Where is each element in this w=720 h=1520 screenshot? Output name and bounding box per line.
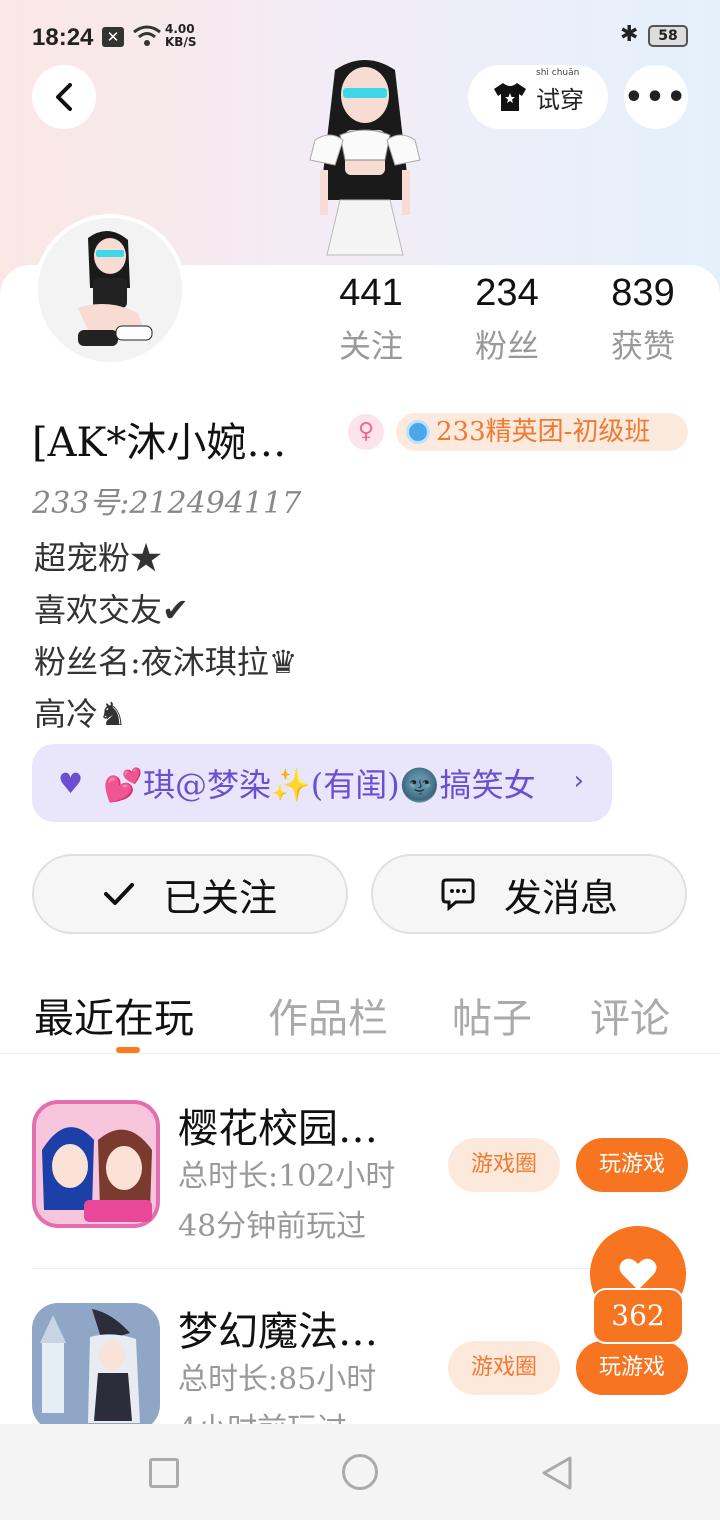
chevron-left-icon [56, 83, 72, 111]
avatar-3d-figure [309, 60, 421, 256]
like-count: 362 [592, 1288, 684, 1344]
try-on-text: 试穿 [536, 85, 584, 114]
following-label: 关注 [338, 327, 403, 365]
chat-bubble-icon [441, 878, 475, 911]
bluetooth-icon: ✱ [620, 22, 639, 47]
following-button-label: 已关注 [162, 875, 277, 920]
profile-name: [AK*沐小婉… [32, 420, 287, 466]
chevron-right-icon: › [573, 766, 584, 796]
game-meta: 总时长:102小时 48分钟前玩过 [178, 1152, 395, 1252]
bio-line: 高冷♞ [34, 695, 127, 733]
try-on-label: shì chuān 试穿 [536, 68, 584, 115]
send-message-label: 发消息 [503, 875, 618, 920]
fan-group-link[interactable]: ♥ 💕琪@梦染✨(有闺)🌚搞笑女 › [32, 744, 612, 822]
user-id: 233号:212494117 [32, 486, 302, 521]
more-button[interactable]: ••• [624, 65, 688, 129]
stat-likes[interactable]: 839 获赞 [588, 272, 698, 367]
following-count: 441 [339, 272, 403, 314]
stat-fans[interactable]: 234 粉丝 [452, 272, 562, 367]
battery-indicator: 58 [648, 25, 688, 47]
try-on-pinyin: shì chuān [536, 67, 580, 78]
game-playtime: 总时长:85小时 [178, 1362, 377, 1397]
bio-line: 粉丝名:夜沐琪拉♛ [34, 643, 298, 681]
group-badge[interactable]: 233精英团-初级班 [396, 413, 688, 451]
likes-count: 839 [611, 272, 675, 314]
following-button[interactable]: 已关注 [32, 854, 348, 934]
likes-label: 获赞 [610, 327, 675, 365]
more-dots-icon: ••• [624, 79, 688, 115]
network-speed: 4.00 KB/S [165, 23, 196, 49]
game-icon-sakura-school [32, 1100, 160, 1228]
home-button[interactable] [342, 1454, 378, 1490]
gender-female-icon: ♀ [348, 414, 384, 450]
game-playtime: 总时长:102小时 [178, 1159, 396, 1194]
heart-icon: ♥ [58, 766, 84, 800]
profile-tabs: 最近在玩 作品栏 帖子 评论 [0, 980, 720, 1054]
send-message-button[interactable]: 发消息 [371, 854, 687, 934]
game-circle-button[interactable]: 游戏圈 [448, 1138, 560, 1192]
badge-gem-icon [406, 420, 430, 444]
game-title: 梦幻魔法… [178, 1309, 378, 1355]
recent-apps-button[interactable] [149, 1458, 179, 1488]
fans-count: 234 [475, 272, 539, 314]
tab-posts[interactable]: 帖子 [452, 986, 532, 1044]
bio-line: 喜欢交友✔ [34, 591, 189, 629]
back-button[interactable] [32, 65, 96, 129]
list-item[interactable]: 樱花校园… 总时长:102小时 48分钟前玩过 游戏圈 玩游戏 [32, 1066, 688, 1270]
heart-icon [619, 1258, 657, 1290]
game-icon-dream-magic [32, 1303, 160, 1431]
network-speed-value: 4.00 [165, 22, 195, 36]
network-speed-unit: KB/S [165, 35, 197, 49]
tab-recently-played[interactable]: 最近在玩 [34, 986, 194, 1044]
status-time: 18:24 [32, 24, 94, 51]
game-circle-button[interactable]: 游戏圈 [448, 1341, 560, 1395]
checkmark-icon [103, 883, 134, 905]
tshirt-icon [494, 83, 526, 111]
wifi-icon [133, 25, 161, 46]
back-triangle-icon[interactable] [540, 1454, 574, 1492]
avatar[interactable] [34, 214, 186, 366]
play-game-button[interactable]: 玩游戏 [576, 1341, 688, 1395]
notification-icon: ✕ [102, 27, 124, 47]
game-last-played: 48分钟前玩过 [178, 1209, 367, 1244]
stat-following[interactable]: 441 关注 [316, 272, 426, 367]
fans-label: 粉丝 [474, 327, 539, 365]
avatar-image [38, 218, 182, 362]
try-on-button[interactable]: shì chuān 试穿 [468, 65, 608, 129]
fan-group-name: 💕琪@梦染✨(有闺)🌚搞笑女 [103, 766, 536, 804]
bio-line: 超宠粉★ [34, 539, 163, 577]
tab-comments[interactable]: 评论 [590, 986, 670, 1044]
group-badge-label: 233精英团-初级班 [436, 417, 651, 447]
play-game-button[interactable]: 玩游戏 [576, 1138, 688, 1192]
active-tab-indicator [116, 1047, 140, 1053]
tab-works[interactable]: 作品栏 [268, 986, 388, 1044]
game-title: 樱花校园… [178, 1106, 378, 1152]
bio: 超宠粉★ 喜欢交友✔ 粉丝名:夜沐琪拉♛ 高冷♞ [34, 532, 297, 740]
system-nav-bar [0, 1424, 720, 1520]
